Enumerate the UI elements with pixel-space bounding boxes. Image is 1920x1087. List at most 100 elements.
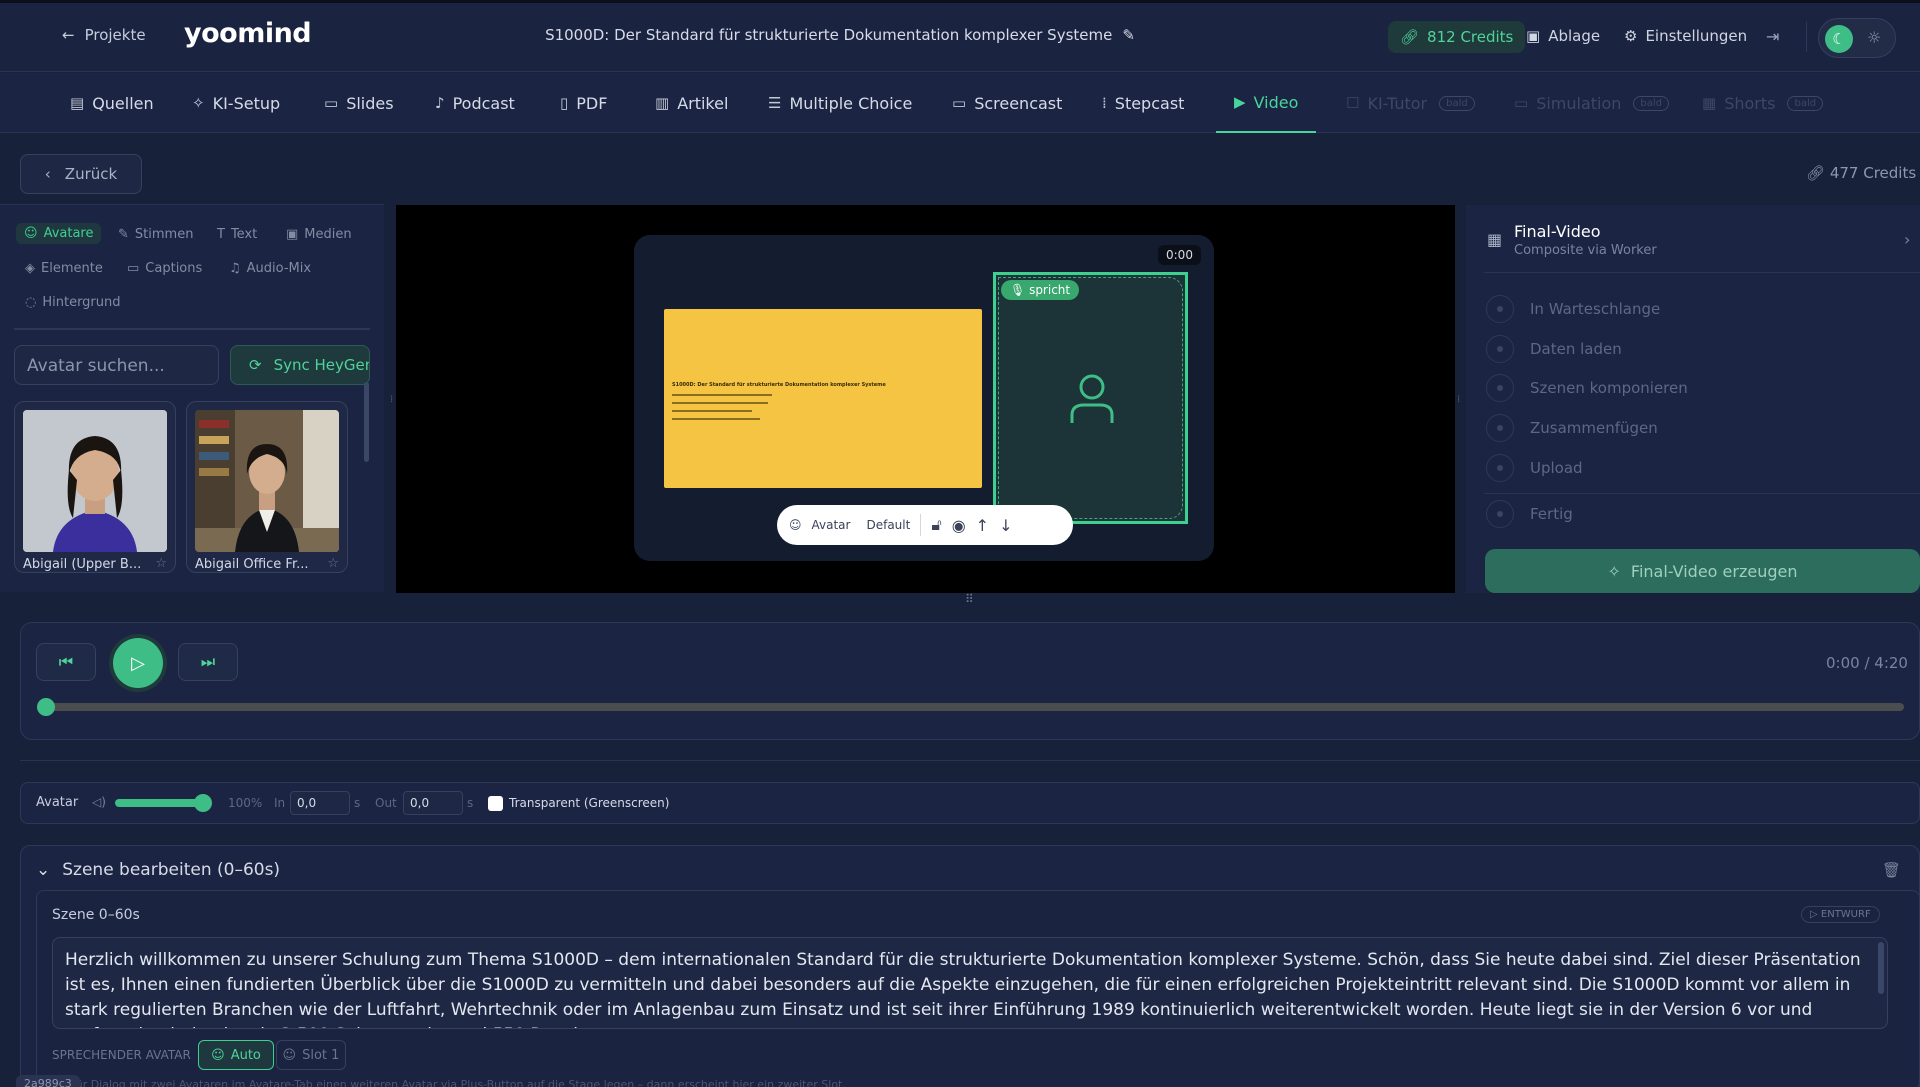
person-icon: ☺ (789, 518, 802, 532)
generate-final-video-button[interactable]: ✧ Final-Video erzeugen (1485, 549, 1920, 593)
play-icon: ▷ (1810, 909, 1818, 920)
avatar-name: Abigail Office Fr... (195, 557, 309, 572)
tab-video[interactable]: ▶ Video (1216, 73, 1317, 133)
presentation-icon: ▭ (324, 94, 339, 112)
resize-handle[interactable]: ⁞ (1457, 394, 1460, 405)
left-tab-label: Elemente (41, 261, 103, 276)
divider (20, 760, 1920, 761)
gamepad-icon: ▭ (1514, 94, 1529, 112)
left-tab-label: Captions (145, 261, 203, 276)
speaker-auto-button[interactable]: ☺ Auto (198, 1040, 274, 1070)
tab-label: Slides (346, 93, 394, 113)
generate-label: Final-Video erzeugen (1630, 561, 1798, 581)
theme-toggle[interactable]: ☾ ☼ (1818, 18, 1896, 58)
chevron-down-icon[interactable]: ⌄ (36, 860, 50, 880)
transparent-checkbox[interactable] (488, 796, 503, 811)
credits-remaining-label: 477 Credits (1829, 164, 1917, 182)
arrow-down-icon[interactable]: ↓ (999, 516, 1012, 535)
step-dot (1486, 500, 1514, 528)
back-to-projects-link[interactable]: ← Projekte (62, 26, 146, 44)
tab-multiple-choice[interactable]: ☰ Multiple Choice (768, 73, 912, 133)
tab-shorts: ▦ Shorts bald (1702, 73, 1824, 133)
scene-script-textarea[interactable]: Herzlich willkommen zu unserer Schulung … (52, 937, 1888, 1029)
volume-slider-handle[interactable] (194, 794, 212, 812)
textarea-scrollbar[interactable] (1878, 942, 1884, 994)
text-icon: T (217, 227, 225, 242)
speaker-icon: ◁) (92, 795, 106, 809)
star-icon[interactable]: ☆ (155, 556, 167, 571)
speaker-slot-button[interactable]: ☺ Slot 1 (276, 1040, 346, 1070)
eye-icon[interactable]: ◉ (952, 516, 966, 535)
tab-ki-setup[interactable]: ✧ KI-Setup (192, 73, 280, 133)
timeline-scrubber[interactable] (37, 698, 55, 716)
avatar-slot[interactable]: 🎙︎ spricht (993, 272, 1188, 524)
star-icon[interactable]: ☆ (327, 556, 339, 571)
resize-handle[interactable]: ⠿ (965, 592, 975, 606)
sun-icon[interactable]: ☼ (1867, 28, 1881, 47)
skip-back-icon: ⏮︎ (58, 652, 74, 671)
skip-back-button[interactable]: ⏮︎ (36, 643, 96, 681)
resize-handle[interactable]: ⁞ (390, 394, 393, 405)
avatar-card[interactable]: Abigail Office Fr... ☆ (186, 401, 348, 573)
timeline-track[interactable] (44, 703, 1904, 711)
element-preset-label[interactable]: Default (866, 518, 910, 532)
document-title[interactable]: S1000D: Der Standard für strukturierte D… (540, 26, 1140, 44)
left-tab-elemente[interactable]: ◈ Elemente (25, 261, 103, 276)
list-check-icon: ☰ (768, 94, 782, 112)
left-tab-text[interactable]: T Text (217, 227, 257, 242)
chevron-left-icon: ‹ (44, 165, 51, 183)
left-tab-avatare[interactable]: ☺ Avatare (16, 223, 102, 244)
tab-label: Video (1253, 92, 1299, 112)
settings-button[interactable]: ⚙ Einstellungen (1624, 27, 1747, 45)
tab-artikel[interactable]: ▥ Artikel (655, 73, 728, 133)
avatar-search-input[interactable]: Avatar suchen... (14, 345, 219, 385)
logout-icon[interactable]: ⇥ (1766, 27, 1779, 46)
avatar-list-scrollbar[interactable] (364, 382, 369, 462)
scene-label: Szene 0–60s (52, 907, 140, 923)
tab-label: KI-Tutor (1367, 93, 1428, 113)
in-point-input[interactable]: 0,0 (290, 791, 350, 815)
left-tab-stimmen[interactable]: ✎ Stimmen (118, 227, 193, 242)
tab-pdf[interactable]: ▯ PDF (560, 73, 607, 133)
tab-slides[interactable]: ▭ Slides (324, 73, 394, 133)
settings-label: Einstellungen (1645, 27, 1748, 45)
main-tabs: ▤ Quellen ✧ KI-Setup ▭ Slides ♪ Podcast ▯ PDF… (0, 73, 1920, 133)
arrow-up-icon[interactable]: ↑ (976, 516, 989, 535)
tab-label: Podcast (452, 93, 515, 113)
sync-heygen-button[interactable]: ⟳ Sync HeyGen (230, 345, 370, 385)
volume-slider[interactable] (115, 799, 205, 807)
avatar-card[interactable]: Abigail (Upper B... ☆ (14, 401, 176, 573)
final-video-subtitle: Composite via Worker (1514, 243, 1657, 258)
out-point-input[interactable]: 0,0 (403, 791, 463, 815)
left-tab-captions[interactable]: ▭ Captions (127, 261, 202, 276)
step-label: In Warteschlange (1530, 300, 1661, 318)
in-label: In (274, 796, 286, 810)
image-icon: ▣ (286, 227, 299, 242)
divider (920, 514, 922, 536)
tab-podcast[interactable]: ♪ Podcast (435, 73, 515, 133)
pen-icon: ✎ (118, 227, 129, 242)
slide-preview[interactable]: S1000D: Der Standard für strukturierte D… (664, 309, 982, 488)
clapper-icon: ▦ (1702, 94, 1717, 112)
status-badge[interactable]: ▷ ENTWURF (1801, 906, 1880, 923)
tab-quellen[interactable]: ▤ Quellen (70, 73, 154, 133)
tab-stepcast[interactable]: ⁞ Stepcast (1102, 73, 1184, 133)
tab-label: Stepcast (1114, 93, 1185, 113)
moon-icon[interactable]: ☾ (1825, 25, 1853, 53)
play-button[interactable]: ▷ (113, 638, 163, 688)
chevron-right-icon[interactable]: › (1904, 230, 1910, 249)
back-button[interactable]: ‹ Zurück (20, 154, 142, 194)
soon-badge: bald (1633, 95, 1670, 111)
left-tab-medien[interactable]: ▣ Medien (286, 227, 352, 242)
unlock-icon[interactable]: 🔓︎ (931, 515, 941, 535)
scene-editor-header[interactable]: ⌄ Szene bearbeiten (0–60s) (36, 860, 280, 880)
trash-icon[interactable]: 🗑︎ (1882, 861, 1901, 879)
left-tab-hintergrund[interactable]: ◌ Hintergrund (25, 295, 121, 310)
left-tab-audio-mix[interactable]: ♫ Audio-Mix (229, 261, 311, 276)
pencil-icon[interactable]: ✎ (1122, 26, 1135, 44)
step-dot (1486, 414, 1514, 442)
ablage-button[interactable]: ▣ Ablage (1526, 27, 1600, 45)
tab-screencast[interactable]: ▭ Screencast (952, 73, 1062, 133)
credits-badge[interactable]: 🔗︎ 812 Credits (1388, 21, 1526, 53)
skip-forward-button[interactable]: ⏭︎ (178, 643, 238, 681)
